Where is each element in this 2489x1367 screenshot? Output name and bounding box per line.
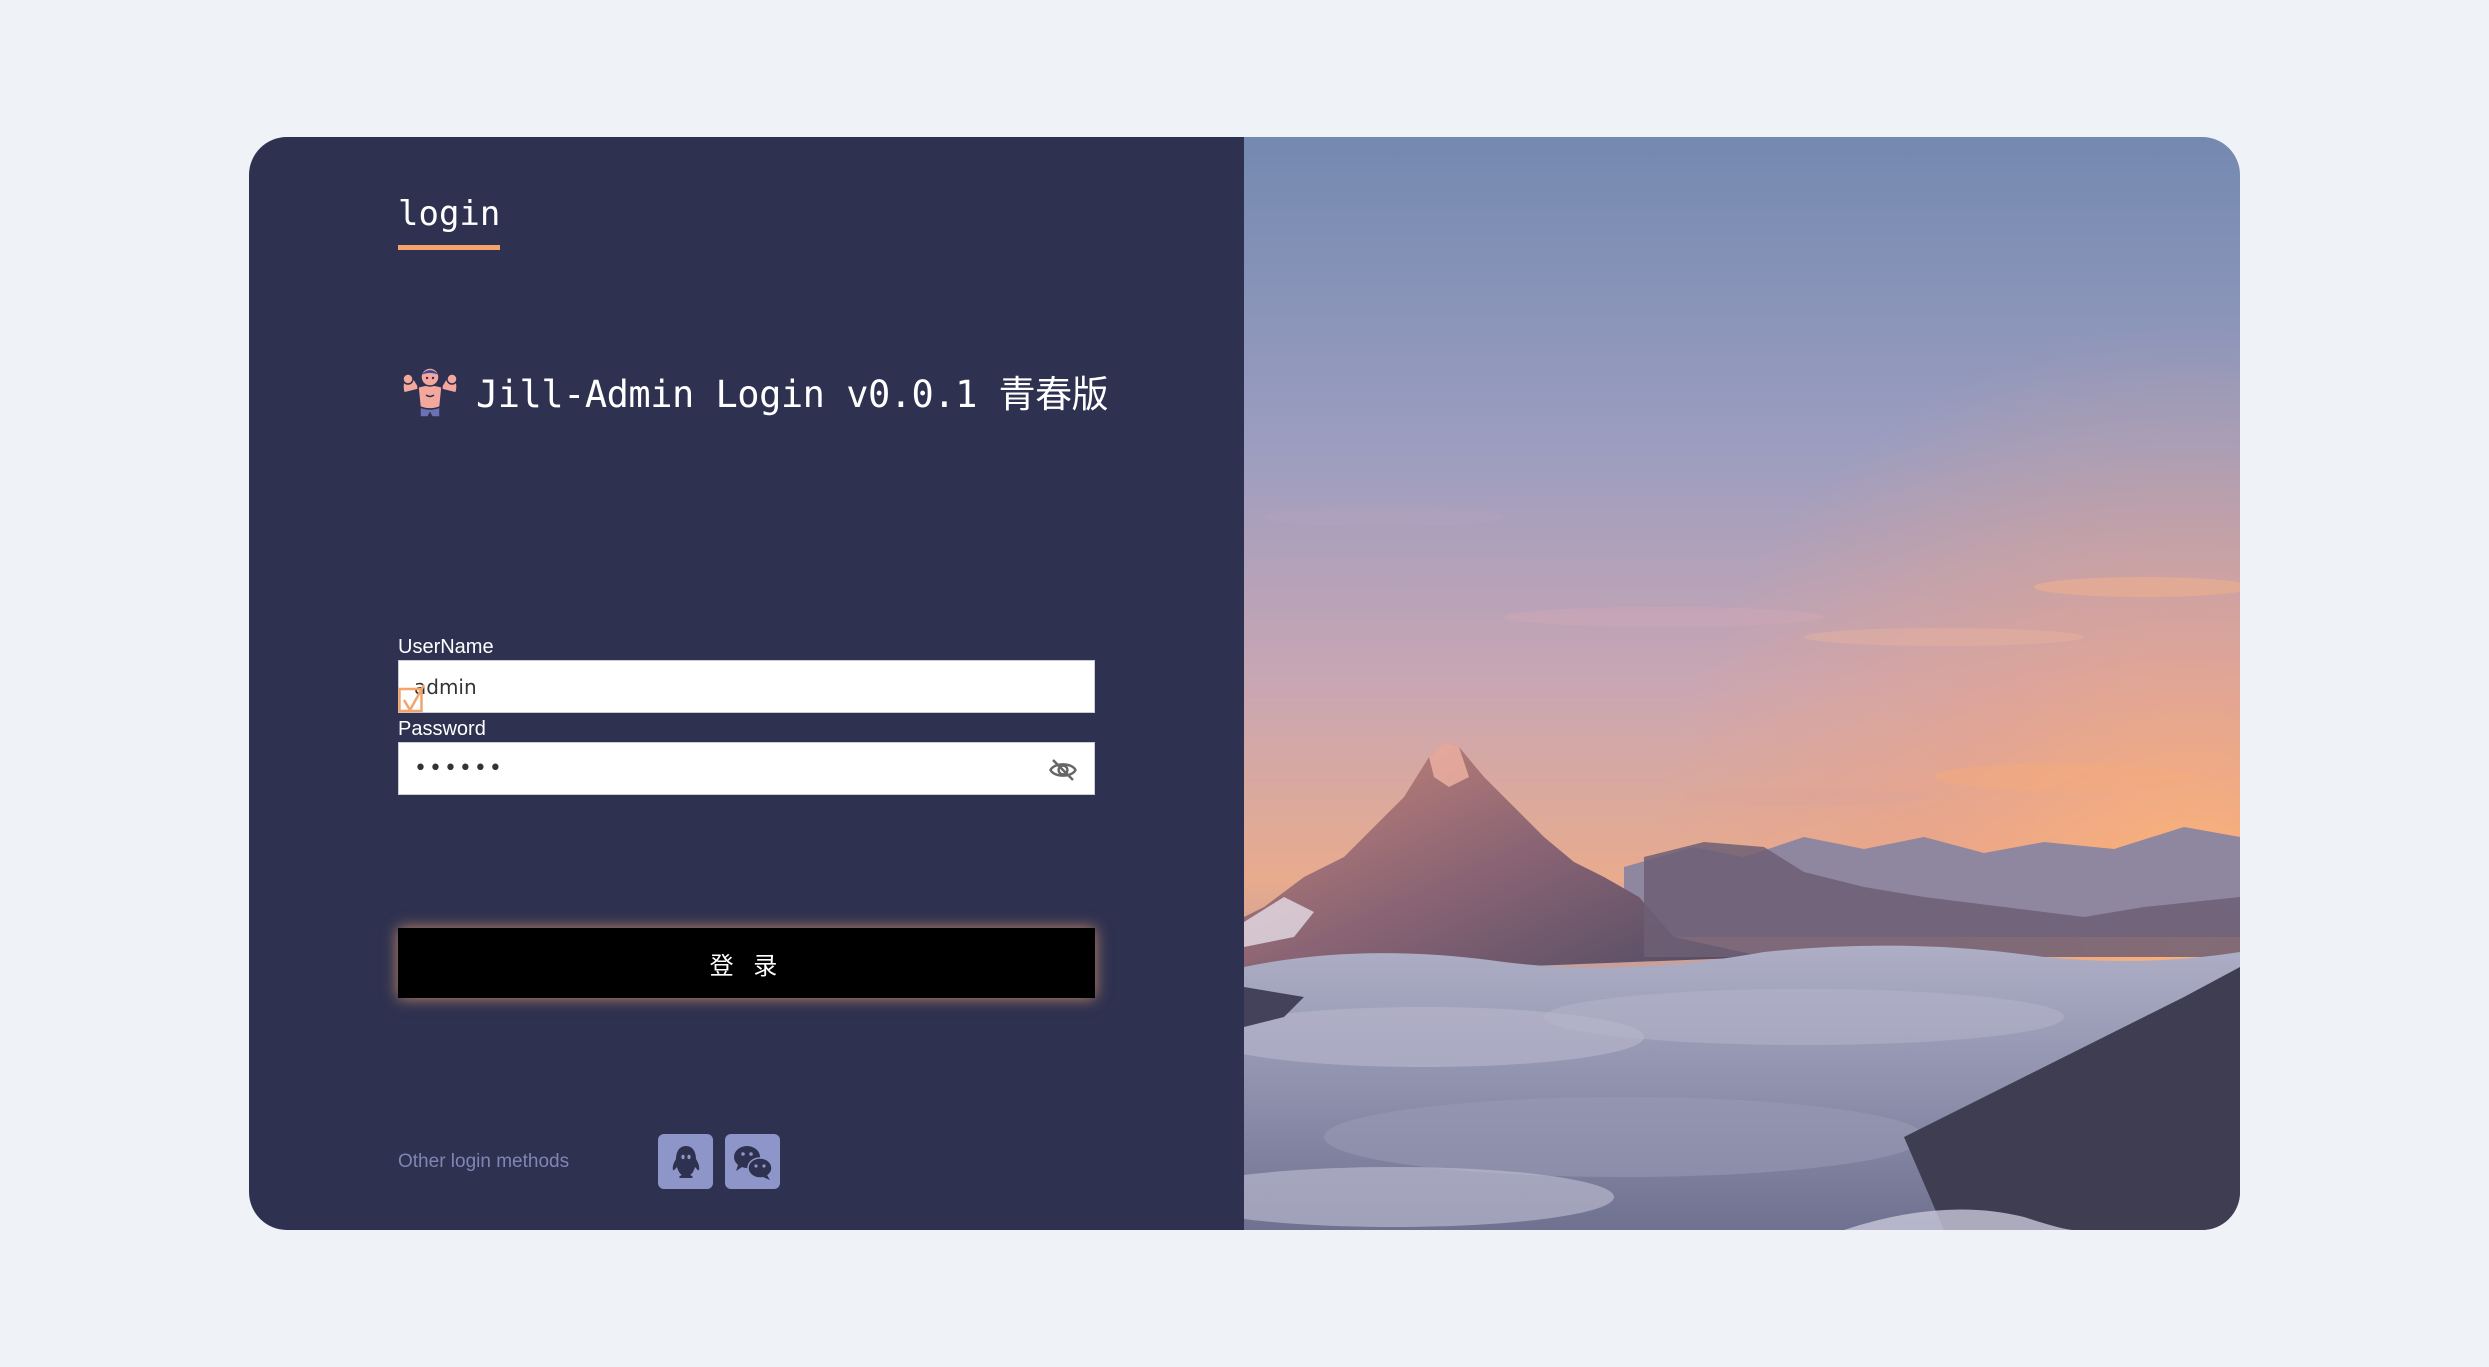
- remember-label: remember password: [438, 690, 621, 713]
- remember-password: remember password: [398, 684, 620, 714]
- qq-login-button[interactable]: [658, 1134, 713, 1189]
- other-login-label: Other login methods: [398, 1150, 570, 1172]
- login-card: login Jill-Admin Login v0.0.1 青春版 UserNa…: [249, 137, 2240, 1230]
- username-label: UserName: [398, 636, 494, 658]
- remember-checkbox[interactable]: [398, 684, 426, 714]
- eye-slash-icon[interactable]: [1048, 755, 1078, 785]
- muscle-man-icon: [402, 367, 458, 418]
- login-button[interactable]: 登 录: [398, 928, 1095, 998]
- wechat-icon: [733, 1145, 773, 1180]
- hero-landscape-image: [1244, 137, 2240, 1230]
- login-panel: login Jill-Admin Login v0.0.1 青春版 UserNa…: [249, 137, 1244, 1230]
- password-field-box: [398, 742, 1095, 795]
- mountain-sunset-illustration: [1244, 137, 2240, 1230]
- brand: Jill-Admin Login v0.0.1 青春版: [398, 359, 1109, 423]
- other-login-methods: Other login methods: [398, 1134, 792, 1189]
- tab-login[interactable]: login: [398, 197, 501, 250]
- password-label: Password: [398, 718, 486, 740]
- page-title: Jill-Admin Login v0.0.1 青春版: [476, 373, 1109, 416]
- password-input[interactable]: [399, 743, 1094, 794]
- qq-icon: [672, 1145, 699, 1178]
- wechat-login-button[interactable]: [725, 1134, 780, 1189]
